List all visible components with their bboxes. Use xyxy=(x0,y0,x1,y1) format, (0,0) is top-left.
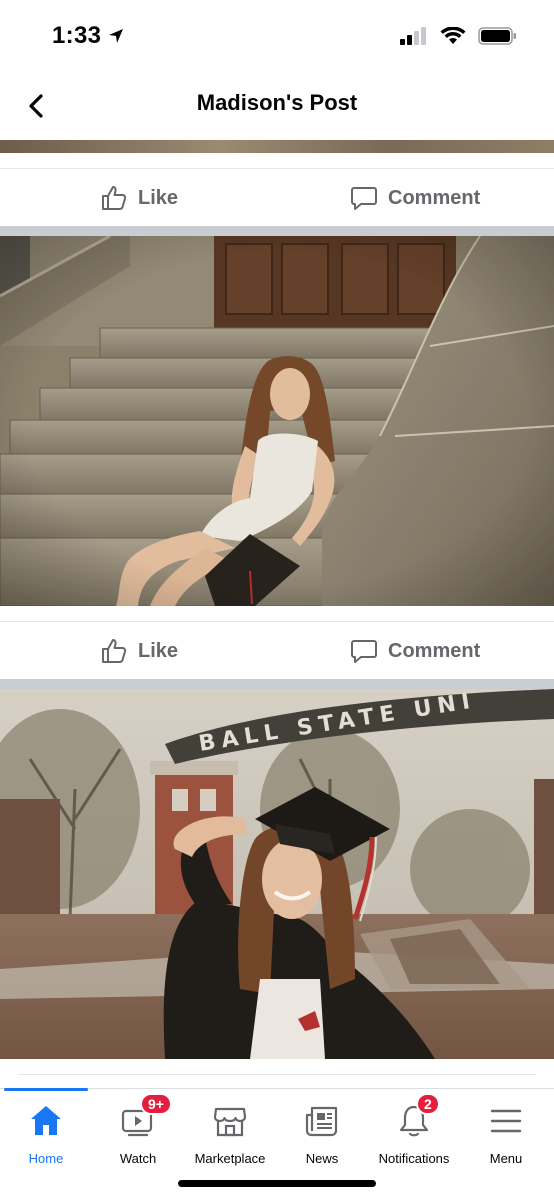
battery-icon xyxy=(478,27,516,45)
home-icon xyxy=(26,1101,66,1141)
thumbs-up-icon xyxy=(102,186,127,210)
tab-news[interactable]: News xyxy=(276,1101,368,1167)
comment-bubble-icon xyxy=(351,640,377,663)
comment-bubble-icon xyxy=(351,187,377,210)
tab-marketplace[interactable]: Marketplace xyxy=(184,1101,276,1167)
cellular-signal-icon xyxy=(400,27,426,45)
tab-menu[interactable]: Menu xyxy=(460,1101,552,1167)
status-icons xyxy=(400,26,518,46)
tab-label: Marketplace xyxy=(194,1151,266,1166)
post-divider xyxy=(0,226,554,236)
marketplace-icon xyxy=(210,1101,250,1141)
tab-label: News xyxy=(305,1151,339,1166)
notifications-badge: 2 xyxy=(416,1093,440,1115)
active-tab-indicator xyxy=(4,1088,88,1091)
thumbs-up-icon xyxy=(102,639,127,663)
status-time-text: 1:33 xyxy=(52,22,102,49)
wifi-icon xyxy=(440,27,466,44)
like-button[interactable]: Like xyxy=(100,622,178,680)
post-photo-graduation[interactable]: BALL STATE UNI xyxy=(0,689,554,1059)
comment-label: Comment xyxy=(388,186,481,209)
watch-badge: 9+ xyxy=(140,1093,172,1115)
tab-home[interactable]: Home xyxy=(0,1101,92,1167)
page-title: Madison's Post xyxy=(196,90,358,115)
comment-button[interactable]: Comment xyxy=(350,169,480,227)
post-action-bar: Like Comment xyxy=(0,168,554,226)
tab-watch[interactable]: 9+ Watch xyxy=(92,1093,184,1167)
tab-label: Home xyxy=(28,1151,64,1166)
graduate-cap-gown-image: BALL STATE UNI xyxy=(0,689,554,1059)
graduate-on-steps-image xyxy=(0,236,554,606)
like-button[interactable]: Like xyxy=(100,169,178,227)
tab-notifications[interactable]: 2 Notifications xyxy=(368,1093,460,1167)
status-bar: 1:33 xyxy=(0,0,554,72)
feed-separator xyxy=(18,1074,536,1075)
location-arrow-icon xyxy=(109,29,124,43)
bell-icon: 2 xyxy=(394,1093,440,1141)
menu-icon xyxy=(486,1101,526,1141)
comment-button[interactable]: Comment xyxy=(350,622,480,680)
like-label: Like xyxy=(138,186,179,209)
post-photo-steps[interactable] xyxy=(0,236,554,606)
post-header: Madison's Post xyxy=(0,72,554,140)
news-icon xyxy=(302,1101,342,1141)
post-photo-partial[interactable] xyxy=(0,140,554,153)
tab-label: Notifications xyxy=(378,1151,450,1166)
tab-label: Watch xyxy=(119,1151,157,1166)
tab-label: Menu xyxy=(489,1151,523,1166)
comment-label: Comment xyxy=(388,639,481,662)
post-divider xyxy=(0,679,554,689)
like-label: Like xyxy=(138,639,179,662)
watch-icon: 9+ xyxy=(118,1093,172,1141)
post-action-bar: Like Comment xyxy=(0,621,554,679)
home-indicator[interactable] xyxy=(178,1180,376,1187)
status-time: 1:33 xyxy=(52,22,125,50)
